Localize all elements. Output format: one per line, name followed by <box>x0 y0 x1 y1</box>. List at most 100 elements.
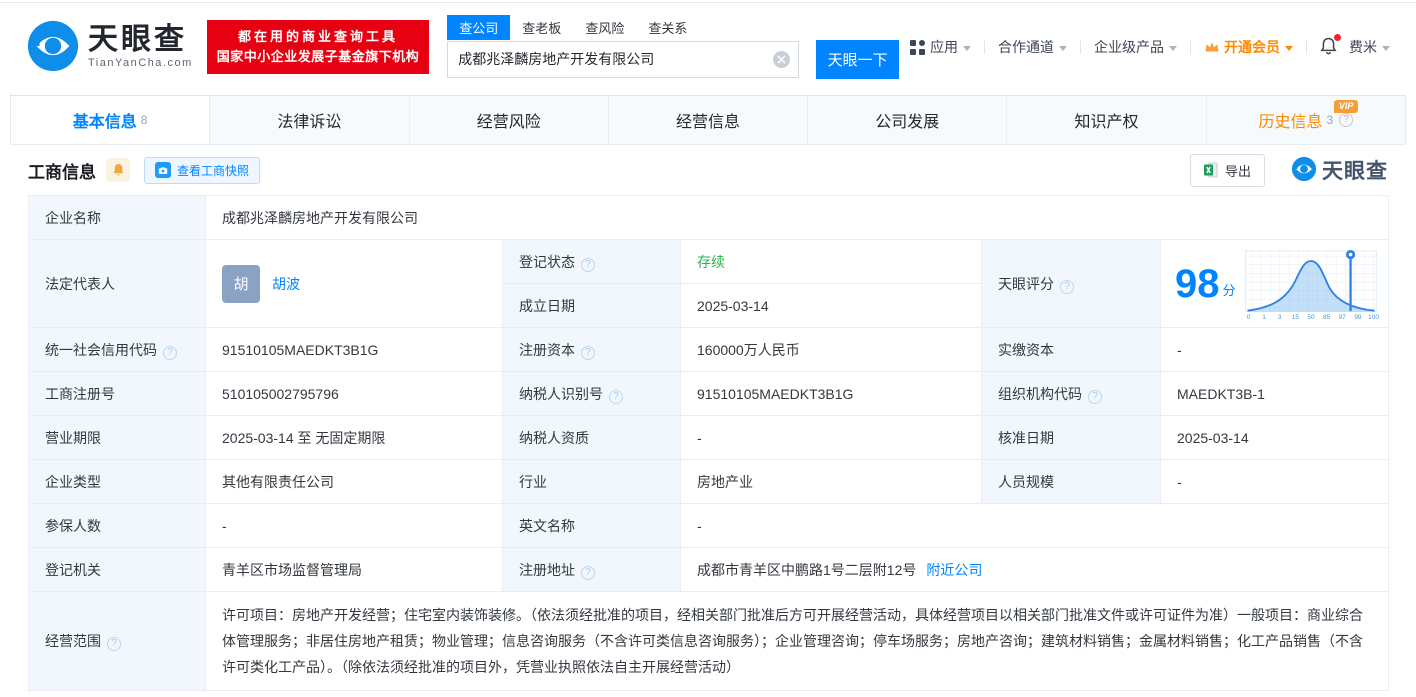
company-type-label: 企业类型 <box>28 459 206 504</box>
taxpayer-qual-value: - <box>680 415 982 460</box>
app-grid-icon <box>910 39 925 55</box>
export-button[interactable]: 导出 <box>1189 153 1265 187</box>
field-value: - <box>697 429 702 446</box>
search-tab-risk[interactable]: 查风险 <box>573 15 636 40</box>
field-value: - <box>697 517 702 534</box>
view-snapshot-button[interactable]: 查看工商快照 <box>144 156 261 184</box>
field-label: 成立日期 <box>519 297 575 314</box>
export-label: 导出 <box>1224 163 1251 179</box>
field-value: 2025-03-14 <box>697 297 769 314</box>
approval-date-value: 2025-03-14 <box>1159 415 1390 460</box>
nav-apps-label: 应用 <box>930 39 958 55</box>
clear-search-icon[interactable] <box>772 50 790 68</box>
score-value: 98 分 0 1 3 15 50 85 97 99 100 <box>1159 239 1390 328</box>
excel-icon <box>1203 162 1218 178</box>
slogan-line1: 都在用的商业查询工具 <box>238 29 399 44</box>
field-label: 人员规模 <box>998 473 1054 490</box>
divider <box>1080 40 1081 54</box>
tab-history-info[interactable]: 历史信息 3 ? VIP <box>1207 96 1405 144</box>
uscc-label: 统一社会信用代码? <box>28 327 206 372</box>
tab-label: 历史信息 <box>1258 114 1323 131</box>
help-icon[interactable]: ? <box>1060 279 1074 294</box>
field-value: 510105002795796 <box>222 385 339 402</box>
vip-badge: VIP <box>1333 100 1359 113</box>
search-button[interactable]: 天眼一下 <box>815 39 900 79</box>
org-code-label: 组织机构代码? <box>981 371 1161 416</box>
tianyancha-eye-icon <box>1291 156 1317 185</box>
tab-label: 知识产权 <box>1074 114 1139 131</box>
monitor-bell-icon[interactable] <box>106 158 130 182</box>
table-row: 企业名称 成都兆泽麟房地产开发有限公司 <box>28 195 1390 240</box>
authority-label: 登记机关 <box>28 547 206 592</box>
avatar[interactable]: 胡 <box>222 264 260 303</box>
nav-user-menu[interactable]: 费米 <box>1349 37 1390 57</box>
brand-slogan-banner: 都在用的商业查询工具 国家中小企业发展子基金旗下机构 <box>206 20 430 74</box>
help-icon[interactable]: ? <box>609 389 623 404</box>
business-info-section-head: 工商信息 查看工商快照 导出 天眼查 <box>0 145 1416 195</box>
nearby-companies-link[interactable]: 附近公司 <box>926 562 982 578</box>
notification-dot <box>1334 33 1341 41</box>
field-value: 其他有限责任公司 <box>222 473 334 490</box>
address-label: 注册地址? <box>502 547 681 592</box>
en-name-label: 英文名称 <box>502 503 681 548</box>
search-tab-relation[interactable]: 查关系 <box>636 15 699 40</box>
field-value: MAEDKT3B-1 <box>1177 385 1265 402</box>
company-name-label: 企业名称 <box>28 195 206 240</box>
field-value: 91510105MAEDKT3B1G <box>222 341 379 358</box>
svg-text:15: 15 <box>1291 313 1299 320</box>
help-icon[interactable]: ? <box>581 257 595 272</box>
field-label: 组织机构代码 <box>998 385 1082 402</box>
nav-enterprise-products[interactable]: 企业级产品 <box>1094 37 1177 57</box>
est-date-value: 2025-03-14 <box>680 283 982 328</box>
nav-notifications[interactable] <box>1320 33 1343 58</box>
legal-rep-link[interactable]: 胡波 <box>272 274 300 294</box>
section-title: 工商信息 <box>28 162 96 182</box>
camera-icon <box>155 162 171 178</box>
reg-no-label: 工商注册号 <box>28 371 206 416</box>
svg-text:50: 50 <box>1307 313 1315 320</box>
tab-intellectual-property[interactable]: 知识产权 <box>1007 96 1207 144</box>
help-icon[interactable]: ? <box>107 637 121 651</box>
field-value: - <box>1177 473 1182 490</box>
legal-rep-value: 胡 胡波 <box>205 239 503 328</box>
tianyancha-logo[interactable]: 天眼查 TianYanCha.com <box>26 19 193 76</box>
nav-open-vip[interactable]: 开通会员 <box>1204 37 1293 57</box>
tab-label: 基本信息 <box>72 114 137 131</box>
help-icon[interactable]: ? <box>581 345 595 360</box>
help-icon[interactable]: ? <box>581 565 595 580</box>
company-name-value: 成都兆泽麟房地产开发有限公司 <box>204 195 1390 240</box>
tab-basic-info[interactable]: 基本信息 8 <box>11 96 211 144</box>
reg-status-value: 存续 <box>680 239 982 284</box>
tab-legal-litigation[interactable]: 法律诉讼 <box>210 96 410 144</box>
reg-capital-label: 注册资本? <box>502 327 681 372</box>
watermark-text: 天眼查 <box>1322 160 1388 183</box>
svg-text:100: 100 <box>1368 313 1379 320</box>
industry-label: 行业 <box>502 459 681 504</box>
help-icon[interactable]: ? <box>163 345 177 360</box>
score-unit: 分 <box>1222 283 1236 298</box>
field-label: 注册资本 <box>519 341 575 358</box>
reg-capital-value: 160000万人民币 <box>680 327 982 372</box>
tab-count: 8 <box>140 113 148 127</box>
tab-operating-risk[interactable]: 经营风险 <box>410 96 609 144</box>
search-input[interactable] <box>447 40 799 78</box>
brand-name: 天眼查 <box>88 23 187 56</box>
help-icon[interactable]: ? <box>1339 113 1354 127</box>
search-tab-company[interactable]: 查公司 <box>447 14 511 40</box>
nav-partner-channel[interactable]: 合作通道 <box>998 37 1067 57</box>
tab-label: 公司发展 <box>875 114 940 131</box>
industry-value: 房地产业 <box>680 459 982 504</box>
help-icon[interactable]: ? <box>1088 389 1102 404</box>
field-label: 纳税人识别号 <box>519 385 603 402</box>
tab-operating-info[interactable]: 经营信息 <box>609 96 809 144</box>
taxpayer-id-value: 91510105MAEDKT3B1G <box>680 371 982 416</box>
nav-apps[interactable]: 应用 <box>910 37 971 57</box>
insured-value: - <box>205 503 503 548</box>
score-number: 98 <box>1175 261 1220 306</box>
search-tab-boss[interactable]: 查老板 <box>510 15 573 40</box>
taxpayer-qual-label: 纳税人资质 <box>502 415 681 460</box>
chevron-down-icon <box>963 45 971 55</box>
field-label: 行业 <box>519 473 547 490</box>
field-label: 核准日期 <box>998 429 1054 446</box>
tab-company-development[interactable]: 公司发展 <box>808 96 1008 144</box>
